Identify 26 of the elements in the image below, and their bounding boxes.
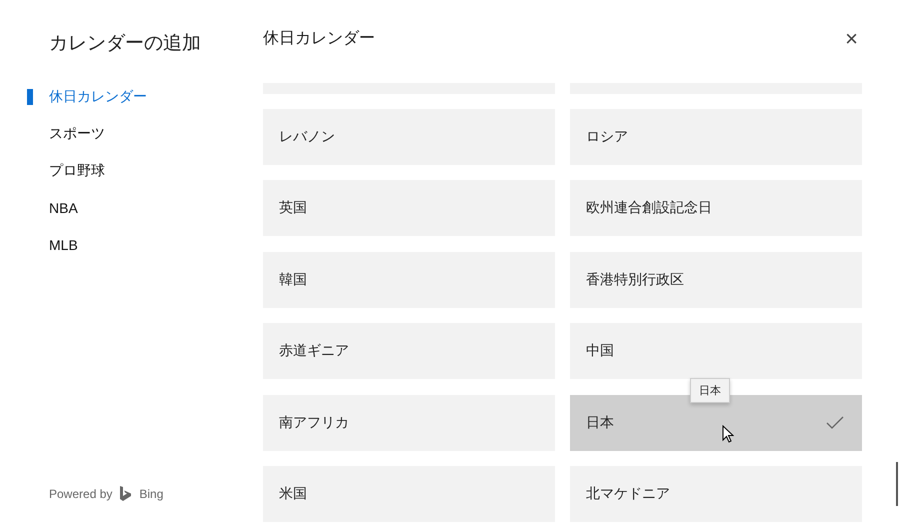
calendar-tile[interactable]: 米国 [263, 466, 555, 522]
calendar-tile[interactable]: 北マケドニア [570, 466, 862, 522]
mouse-pointer-icon [722, 424, 734, 442]
dialog-title: カレンダーの追加 [49, 32, 202, 56]
calendar-tile[interactable]: 中国 [570, 323, 862, 379]
tooltip: 日本 [690, 378, 730, 402]
sidebar-item[interactable]: MLB [0, 234, 263, 256]
close-button[interactable]: × [841, 26, 862, 52]
sidebar-item[interactable]: プロ野球 [0, 160, 263, 182]
check-icon [826, 416, 844, 429]
calendar-tile[interactable]: 南アフリカ [263, 394, 555, 450]
sidebar-item[interactable]: 休日カレンダー [0, 86, 263, 108]
section-title: 休日カレンダー [263, 29, 375, 49]
bing-text: Bing [139, 486, 164, 500]
calendar-tile[interactable]: ロシア [570, 108, 862, 164]
calendar-tile[interactable]: 香港特別行政区 [570, 252, 862, 308]
bing-logo-icon [120, 486, 132, 501]
calendar-tile[interactable]: 欧州連合創設記念日 [570, 180, 862, 236]
calendar-tile[interactable]: 英国 [263, 180, 555, 236]
powered-by-text: Powered by [49, 486, 112, 500]
calendar-tile[interactable]: 赤道ギニア [263, 323, 555, 379]
calendar-tile[interactable]: 韓国 [263, 252, 555, 308]
calendar-tile[interactable]: レバノン [263, 108, 555, 164]
sidebar-item[interactable]: スポーツ [0, 123, 263, 145]
sidebar-item[interactable]: NBA [0, 197, 263, 219]
scrollbar-thumb[interactable] [896, 462, 898, 506]
